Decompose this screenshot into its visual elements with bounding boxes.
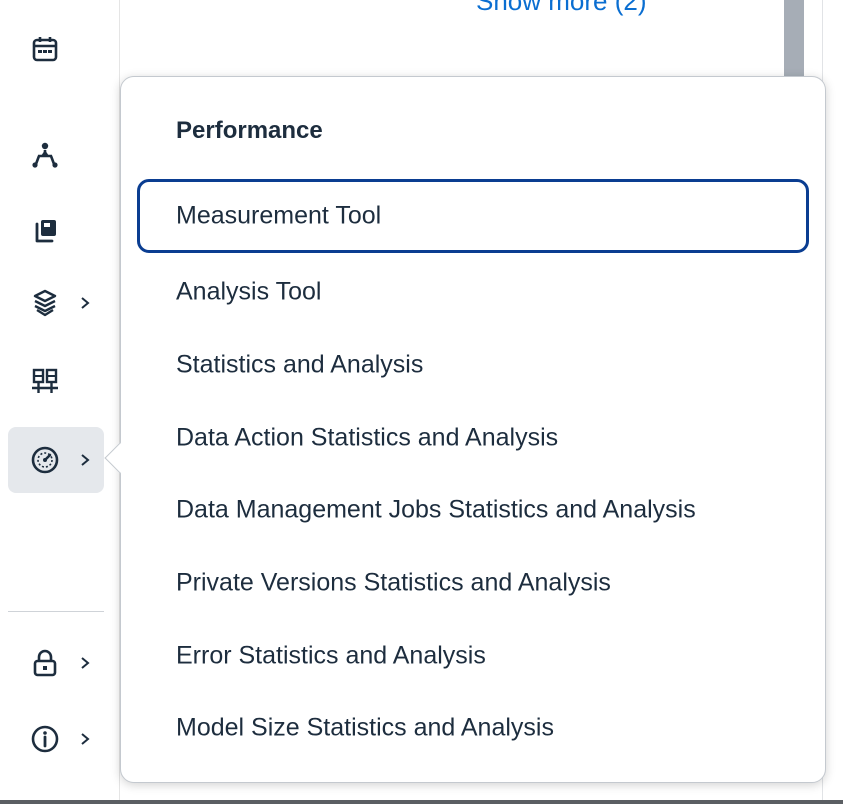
chevron-right-icon xyxy=(81,297,90,309)
performance-gauge-icon xyxy=(31,446,59,474)
menu-item-label: Model Size Statistics and Analysis xyxy=(176,713,554,742)
menu-item-label: Analysis Tool xyxy=(176,277,322,306)
side-navigation xyxy=(0,0,120,804)
menu-item-error-statistics[interactable]: Error Statistics and Analysis xyxy=(137,619,809,693)
menu-item-data-action-statistics[interactable]: Data Action Statistics and Analysis xyxy=(137,401,809,475)
info-icon xyxy=(31,725,59,753)
menu-item-analysis-tool[interactable]: Analysis Tool xyxy=(137,255,809,329)
calendar-icon xyxy=(32,37,58,62)
menu-item-data-management-jobs-statistics[interactable]: Data Management Jobs Statistics and Anal… xyxy=(137,473,809,547)
cubes-icon xyxy=(33,289,57,317)
copy-files-icon xyxy=(35,220,56,243)
menu-item-label: Error Statistics and Analysis xyxy=(176,641,486,670)
chevron-right-icon xyxy=(81,733,90,745)
lock-icon xyxy=(33,649,57,677)
nav-item-copy-files[interactable] xyxy=(8,198,104,264)
popover-title: Performance xyxy=(176,117,323,144)
app-root: Show more (2) Performance Measurement To… xyxy=(0,0,843,804)
chevron-right-icon xyxy=(81,657,90,669)
menu-item-label: Measurement Tool xyxy=(176,201,382,230)
nav-item-org-structure[interactable] xyxy=(8,122,104,188)
menu-item-private-versions-statistics[interactable]: Private Versions Statistics and Analysis xyxy=(137,546,809,620)
menu-item-model-size-statistics[interactable]: Model Size Statistics and Analysis xyxy=(137,691,809,765)
menu-item-statistics-analysis[interactable]: Statistics and Analysis xyxy=(137,328,809,402)
nav-item-grid-network[interactable] xyxy=(8,348,104,414)
nav-item-cubes[interactable] xyxy=(8,270,104,336)
org-structure-icon xyxy=(32,142,58,168)
bottom-border xyxy=(0,800,843,804)
nav-item-security[interactable] xyxy=(8,630,104,696)
nav-item-calendar[interactable] xyxy=(8,16,104,82)
menu-item-label: Data Management Jobs Statistics and Anal… xyxy=(176,495,696,524)
nav-item-performance[interactable] xyxy=(8,427,104,493)
menu-item-measurement-tool[interactable]: Measurement Tool xyxy=(137,179,809,253)
menu-item-label: Statistics and Analysis xyxy=(176,350,424,379)
menu-item-label: Data Action Statistics and Analysis xyxy=(176,423,559,452)
performance-popover: Performance Measurement Tool Analysis To… xyxy=(104,76,826,783)
nav-item-info[interactable] xyxy=(8,706,104,772)
rail-divider xyxy=(8,611,104,612)
chevron-right-icon xyxy=(81,454,90,466)
grid-network-icon xyxy=(32,368,58,393)
menu-item-label: Private Versions Statistics and Analysis xyxy=(176,568,611,597)
show-more-link[interactable]: Show more (2) xyxy=(476,0,647,17)
